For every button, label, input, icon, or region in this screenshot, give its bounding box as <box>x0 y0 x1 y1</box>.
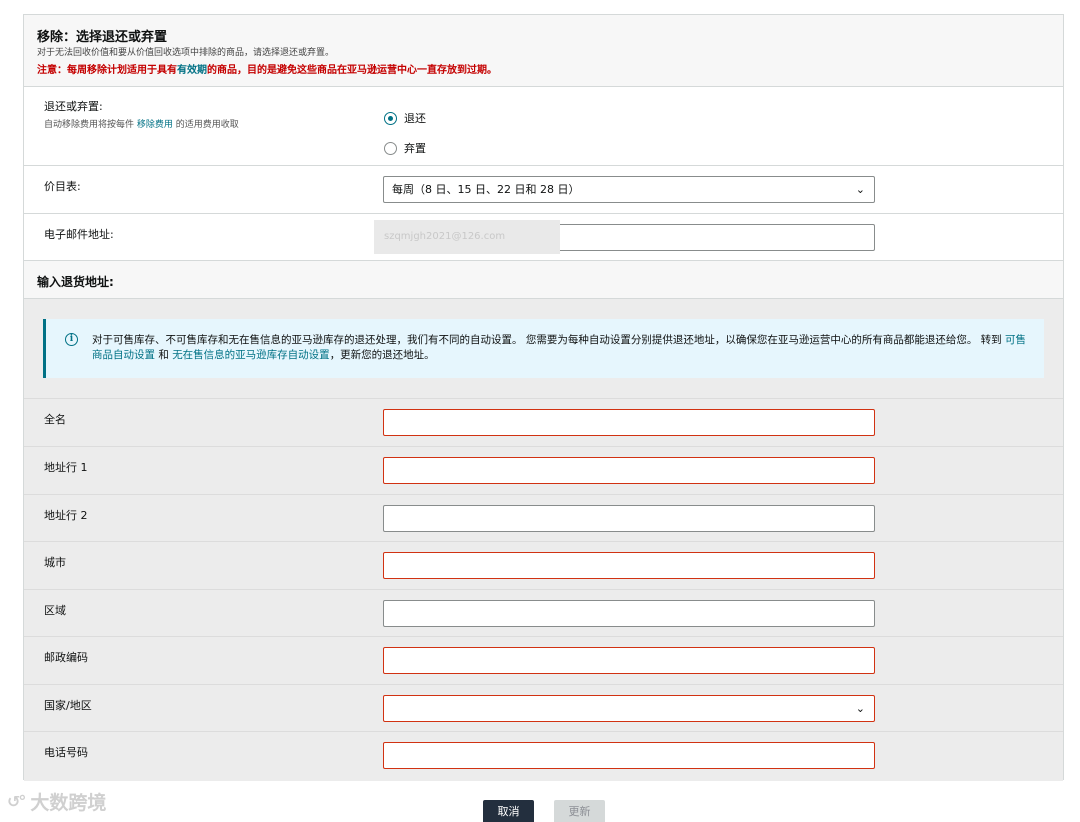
disposition-row: 退还或弃置: 自动移除费用将按每件 移除费用 的适用费用收取 退还 弃置 <box>24 87 1063 166</box>
city-label: 城市 <box>44 556 66 569</box>
email-label: 电子邮件地址: <box>44 228 114 241</box>
address2-input[interactable] <box>383 505 875 532</box>
region-label: 区域 <box>44 604 66 617</box>
full-name-label: 全名 <box>44 413 66 426</box>
schedule-select[interactable]: 每周（8 日、15 日、22 日和 28 日） ⌄ <box>383 176 875 203</box>
info-text: 对于可售库存、不可售库存和无在售信息的亚马逊库存的退还处理，我们有不同的自动设置… <box>92 334 1027 361</box>
address1-row: 地址行 1 <box>24 446 1063 494</box>
full-name-row: 全名 <box>24 398 1063 446</box>
address2-row: 地址行 2 <box>24 494 1063 542</box>
schedule-row: 价目表: 每周（8 日、15 日、22 日和 28 日） ⌄ <box>24 166 1063 214</box>
postal-label: 邮政编码 <box>44 651 88 664</box>
expiry-warning: 注意：每周移除计划适用于具有有效期的商品，目的是避免这些商品在亚马逊运营中心一直… <box>37 65 497 76</box>
phone-input[interactable] <box>383 742 875 769</box>
postal-input[interactable] <box>383 647 875 674</box>
address2-label: 地址行 2 <box>44 509 88 522</box>
country-select[interactable]: ⌄ <box>383 695 875 722</box>
full-name-input[interactable] <box>383 409 875 436</box>
radio-unchecked-icon[interactable] <box>384 141 397 155</box>
address-form: i 对于可售库存、不可售库存和无在售信息的亚马逊库存的退还处理，我们有不同的自动… <box>24 299 1063 781</box>
phone-row: 电话号码 <box>24 731 1063 779</box>
watermark-text: 大数跨境 <box>30 792 107 814</box>
expiry-link[interactable]: 有效期 <box>177 65 207 76</box>
email-value: szqmjgh2021@126.com <box>384 231 506 242</box>
page-title: 移除：选择退还或弃置 <box>37 30 168 45</box>
address1-label: 地址行 1 <box>44 461 88 474</box>
watermark: ↺° 大数跨境 <box>7 788 106 815</box>
radio-dispose[interactable]: 弃置 <box>384 140 426 156</box>
disposition-sublabel: 自动移除费用将按每件 移除费用 的适用费用收取 <box>44 120 239 130</box>
disposition-label: 退还或弃置: <box>44 100 103 113</box>
city-input[interactable] <box>383 552 875 579</box>
region-row: 区域 <box>24 589 1063 637</box>
country-label: 国家/地区 <box>44 699 92 712</box>
chevron-down-icon: ⌄ <box>855 183 865 196</box>
region-input[interactable] <box>383 600 875 627</box>
postal-row: 邮政编码 <box>24 636 1063 684</box>
email-row: 电子邮件地址: szqmjgh2021@126.com <box>24 214 1063 261</box>
schedule-label: 价目表: <box>44 180 81 193</box>
radio-return[interactable]: 退还 <box>384 110 426 126</box>
radio-checked-icon[interactable] <box>384 111 397 125</box>
address1-input[interactable] <box>383 457 875 484</box>
return-address-title: 输入退货地址: <box>37 275 114 289</box>
cancel-button[interactable]: 取消 <box>483 800 534 822</box>
page-description: 对于无法回收价值和要从价值回收选项中排除的商品，请选择退还或弃置。 <box>37 48 335 58</box>
country-row: 国家/地区 ⌄ <box>24 684 1063 732</box>
removal-header: 移除：选择退还或弃置 对于无法回收价值和要从价值回收选项中排除的商品，请选择退还… <box>24 15 1063 87</box>
unlisted-automation-link[interactable]: 无在售信息的亚马逊库存自动设置 <box>172 349 330 361</box>
removal-fee-link[interactable]: 移除费用 <box>137 120 173 130</box>
info-icon: i <box>65 333 78 346</box>
info-alert: i 对于可售库存、不可售库存和无在售信息的亚马逊库存的退还处理，我们有不同的自动… <box>43 319 1044 378</box>
chevron-down-icon: ⌄ <box>855 702 865 715</box>
watermark-logo-icon: ↺° <box>7 792 26 811</box>
city-row: 城市 <box>24 541 1063 589</box>
return-address-heading: 输入退货地址: <box>24 261 1063 299</box>
update-button[interactable]: 更新 <box>554 800 605 822</box>
removal-settings-panel: 移除：选择退还或弃置 对于无法回收价值和要从价值回收选项中排除的商品，请选择退还… <box>23 14 1064 781</box>
phone-label: 电话号码 <box>44 746 88 759</box>
